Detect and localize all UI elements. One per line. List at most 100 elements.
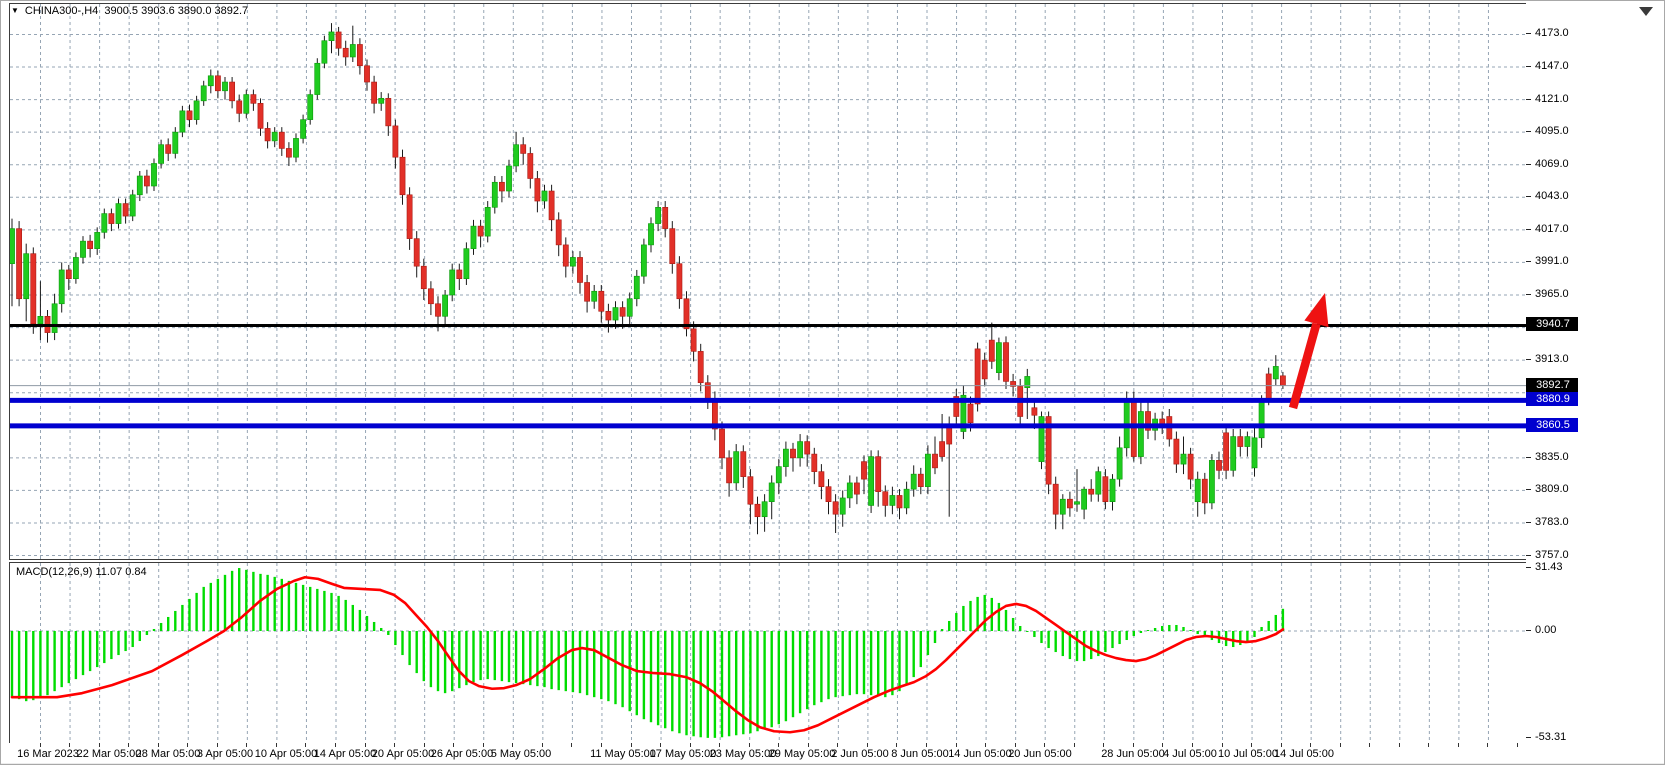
macd-bar (650, 631, 652, 722)
trend-arrow-head[interactable] (1304, 293, 1328, 327)
candle-body (386, 98, 391, 126)
time-tickmark (985, 743, 986, 747)
time-tickmark (99, 743, 100, 747)
candle-body (883, 492, 888, 506)
candle-body (925, 454, 930, 487)
macd-bar (913, 631, 915, 677)
candle-body (783, 449, 788, 467)
candle-body (17, 229, 22, 299)
price-panel[interactable] (9, 3, 1527, 560)
macd-bar (614, 631, 616, 704)
time-tickmark (1074, 743, 1075, 747)
macd-bar (1239, 631, 1241, 645)
macd-bar (934, 631, 936, 643)
candlestick-chart[interactable] (10, 4, 1526, 559)
price-tickmark (1526, 99, 1531, 100)
macd-bar (920, 631, 922, 667)
candle-body (1032, 408, 1037, 416)
candle-body (847, 483, 852, 498)
macd-chart[interactable] (10, 563, 1526, 743)
candle-body (301, 120, 306, 139)
macd-tickmark (1526, 630, 1531, 631)
macd-bar (25, 631, 27, 701)
time-tick-label: 20 Jun 05:00 (1008, 748, 1072, 760)
candle-body (144, 176, 149, 186)
candle-body (1231, 437, 1236, 471)
time-scale[interactable]: 16 Mar 202322 Mar 05:0028 Mar 05:003 Apr… (9, 743, 1526, 763)
candle-body (940, 442, 945, 457)
macd-bar (458, 631, 460, 688)
macd-bar (1282, 609, 1284, 631)
candle-body (741, 452, 746, 477)
price-badge-3860.5: 3860.5 (1526, 418, 1578, 432)
candle-body (435, 304, 440, 317)
macd-bar (806, 631, 808, 709)
macd-bar (231, 571, 233, 631)
candle-body (1216, 460, 1221, 470)
candle-body (59, 270, 64, 304)
macd-bar (621, 631, 623, 707)
time-tickmark (601, 743, 602, 747)
macd-bar (1126, 631, 1128, 640)
macd-bar (778, 631, 780, 724)
macd-bar (430, 631, 432, 687)
price-tick-label: 4173.0 (1535, 27, 1569, 39)
price-tick-label: 4147.0 (1535, 60, 1569, 72)
macd-bar (302, 585, 304, 631)
time-tickmark (40, 743, 41, 747)
price-tick-label: 4121.0 (1535, 93, 1569, 105)
macd-bar (153, 629, 155, 631)
trend-arrow-shaft[interactable] (1293, 324, 1316, 408)
candle-body (1067, 499, 1072, 508)
candle-body (1202, 479, 1207, 503)
macd-bar (721, 631, 723, 737)
price-tickmark (1526, 66, 1531, 67)
candle-body (1138, 412, 1143, 457)
macd-bar (210, 583, 212, 631)
price-tick-label: 3835.0 (1535, 451, 1569, 463)
candle-body (1280, 376, 1285, 386)
candle-body (308, 95, 313, 120)
time-tickmark (483, 743, 484, 747)
price-tick-label: 3757.0 (1535, 549, 1569, 561)
symbol-dropdown-icon[interactable]: ▼ (11, 6, 19, 15)
time-tick-label: 14 Jun 05:00 (948, 748, 1012, 760)
time-tickmark (128, 743, 129, 747)
time-tickmark (453, 743, 454, 747)
candle-body (457, 270, 462, 279)
time-tickmark (1162, 743, 1163, 747)
macd-bar (728, 631, 730, 736)
candle-body (663, 207, 668, 228)
price-tick-label: 3913.0 (1535, 353, 1569, 365)
time-tickmark (246, 743, 247, 747)
candle-body (201, 86, 206, 101)
macd-bar (1076, 631, 1078, 661)
candle-body (1252, 438, 1257, 468)
candle-body (968, 404, 973, 423)
candle-body (109, 214, 114, 224)
macd-bar (394, 631, 396, 645)
macd-bar (1147, 630, 1149, 631)
macd-bar (522, 631, 524, 684)
macd-bar (416, 631, 418, 673)
candle-body (577, 257, 582, 282)
macd-bar (1275, 615, 1277, 631)
candle-body (769, 483, 774, 502)
price-scale[interactable]: 4173.04147.04121.04095.04069.04043.04017… (1526, 1, 1665, 765)
macd-bar (579, 631, 581, 693)
candle-body (1266, 374, 1271, 399)
candle-body (606, 311, 611, 320)
macd-bar (1154, 628, 1156, 631)
candle-body (1060, 499, 1065, 514)
macd-panel[interactable]: MACD(12,26,9) 11.07 0.84 (9, 562, 1527, 744)
macd-bar (1182, 627, 1184, 631)
chart-shift-marker[interactable] (1639, 7, 1653, 16)
macd-bar (1133, 631, 1135, 636)
time-tick-label: 23 May 05:00 (710, 748, 777, 760)
time-tickmark (69, 743, 70, 747)
time-tickmark (424, 743, 425, 747)
candle-body (1124, 399, 1129, 448)
candle-body (982, 360, 987, 379)
candle-body (521, 145, 526, 154)
candle-body (215, 76, 220, 91)
